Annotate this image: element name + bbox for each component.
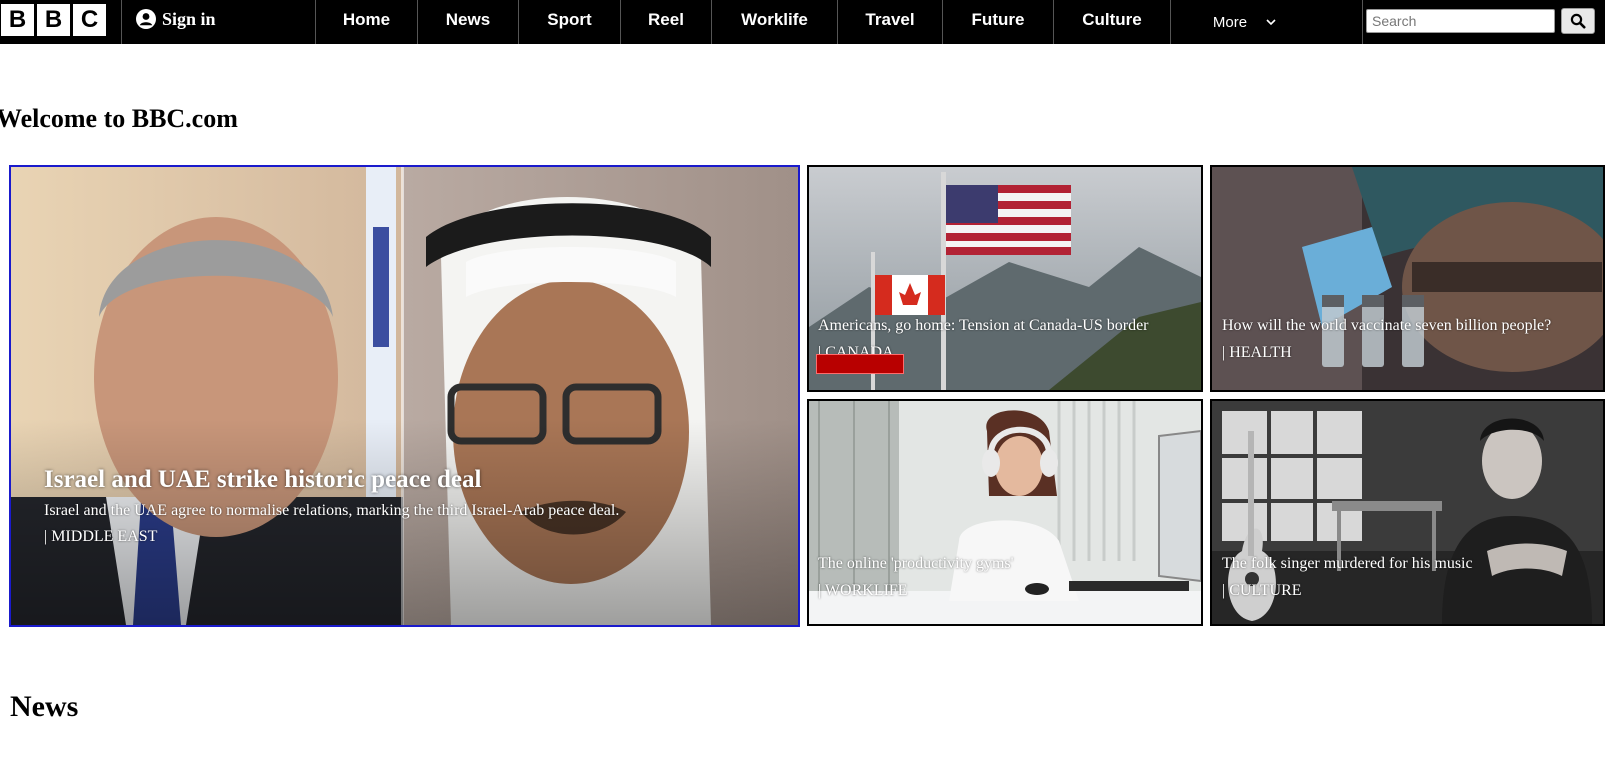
card-headline[interactable]: How will the world vaccinate seven billi…	[1222, 315, 1551, 337]
nav-future[interactable]: Future	[943, 0, 1053, 44]
card-text: The online 'productivity gyms' | WORKLIF…	[818, 553, 1014, 602]
card-text: How will the world vaccinate seven billi…	[1222, 315, 1551, 364]
welcome-heading: Welcome to BBC.com	[0, 104, 238, 133]
user-icon	[136, 9, 156, 29]
card-section-tag[interactable]: | WORKLIFE	[818, 580, 1014, 602]
card-section-tag[interactable]: | HEALTH	[1222, 342, 1551, 364]
card-text: The folk singer murdered for his music |…	[1222, 553, 1473, 602]
news-section-heading: News	[10, 690, 79, 723]
nav-travel[interactable]: Travel	[838, 0, 942, 44]
section-badge	[816, 354, 904, 374]
search-button[interactable]	[1561, 8, 1595, 34]
bbc-logo[interactable]: B B C	[1, 4, 106, 36]
logo-letter-b1: B	[1, 4, 34, 36]
card-headline[interactable]: The folk singer murdered for his music	[1222, 553, 1473, 575]
nav-sport[interactable]: Sport	[519, 0, 620, 44]
more-label: More	[1212, 13, 1248, 31]
hero-story-card[interactable]: Israel and UAE strike historic peace dea…	[9, 165, 800, 627]
logo-letter-b2: B	[37, 4, 70, 36]
nav-worklife[interactable]: Worklife	[712, 0, 837, 44]
sign-in-link[interactable]: Sign in	[136, 0, 216, 38]
nav-home[interactable]: Home	[316, 0, 417, 44]
search-icon	[1570, 13, 1586, 29]
nav-more-dropdown[interactable]: More	[1170, 0, 1320, 44]
logo-letter-c: C	[73, 4, 106, 36]
divider	[1362, 0, 1363, 44]
story-card-worklife[interactable]: The online 'productivity gyms' | WORKLIF…	[807, 399, 1203, 626]
hero-text: Israel and UAE strike historic peace dea…	[44, 465, 619, 548]
hero-summary: Israel and the UAE agree to normalise re…	[44, 502, 620, 519]
search-input[interactable]	[1366, 9, 1555, 33]
top-navigation-bar: B B C Sign in Home News Sport Reel Workl…	[0, 0, 1605, 44]
nav-reel[interactable]: Reel	[621, 0, 711, 44]
card-headline[interactable]: Americans, go home: Tension at Canada-US…	[818, 315, 1149, 337]
hero-headline[interactable]: Israel and UAE strike historic peace dea…	[44, 465, 619, 495]
hero-section-tag[interactable]: | MIDDLE EAST	[44, 526, 619, 548]
sign-in-label: Sign in	[162, 8, 216, 29]
card-headline[interactable]: The online 'productivity gyms'	[818, 553, 1014, 575]
hero-photo	[11, 167, 798, 625]
chevron-down-icon	[1266, 19, 1276, 26]
divider	[121, 0, 122, 44]
card-section-tag[interactable]: | CULTURE	[1222, 580, 1473, 602]
nav-news[interactable]: News	[418, 0, 518, 44]
nav-culture[interactable]: Culture	[1054, 0, 1170, 44]
story-card-culture[interactable]: The folk singer murdered for his music |…	[1210, 399, 1605, 626]
story-card-health[interactable]: How will the world vaccinate seven billi…	[1210, 165, 1605, 392]
